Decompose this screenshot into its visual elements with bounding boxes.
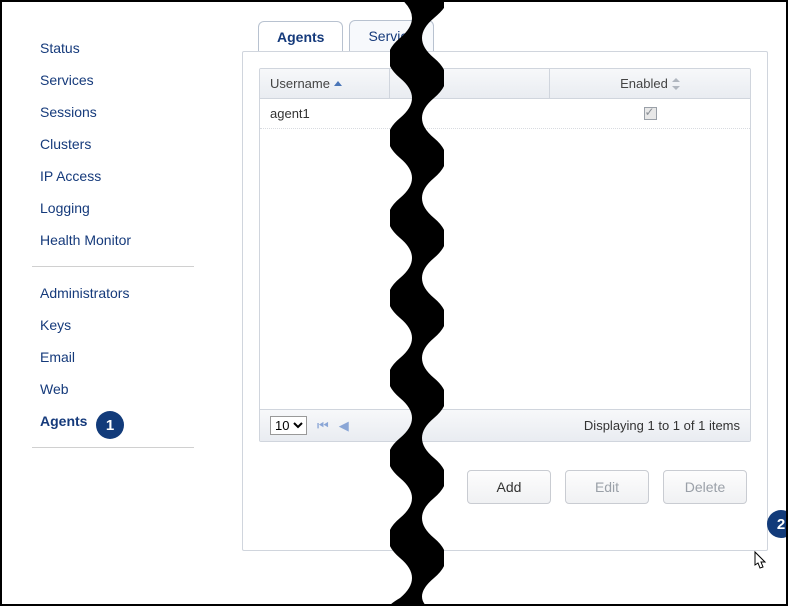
sidebar-item-label: Sessions — [40, 104, 97, 120]
sort-asc-icon — [334, 81, 342, 86]
sidebar-item-administrators[interactable]: Administrators — [2, 277, 224, 309]
sidebar-item-services[interactable]: Services — [2, 64, 224, 96]
table-body: agent1 — [260, 99, 750, 409]
button-label: Delete — [685, 479, 725, 495]
column-header-label: Enabled — [620, 76, 668, 91]
sidebar-item-status[interactable]: Status — [2, 32, 224, 64]
sidebar-item-sessions[interactable]: Sessions — [2, 96, 224, 128]
sidebar-item-label: Keys — [40, 317, 71, 333]
sidebar-item-clusters[interactable]: Clusters — [2, 128, 224, 160]
pager-prev-icon[interactable]: ◀ — [339, 418, 349, 434]
button-label: Add — [497, 479, 522, 495]
delete-button[interactable]: Delete — [663, 470, 747, 504]
app-frame: Status Services Sessions Clusters IP Acc… — [0, 0, 788, 606]
checkbox-enabled-icon — [644, 107, 657, 120]
cursor-pointer-icon — [749, 550, 771, 574]
sidebar-item-email[interactable]: Email — [2, 341, 224, 373]
main-area: Agents Service Username Enabled — [224, 2, 786, 604]
sidebar-item-label: Logging — [40, 200, 90, 216]
tab-label: Agents — [277, 29, 324, 45]
pager-left: 10 ⏮ ◀ — [270, 416, 349, 435]
column-header-enabled[interactable]: Enabled — [550, 69, 750, 98]
sidebar-divider — [32, 266, 194, 267]
sidebar: Status Services Sessions Clusters IP Acc… — [2, 2, 224, 604]
sidebar-item-label: Email — [40, 349, 75, 365]
cell-spacer — [390, 99, 550, 128]
button-label: Edit — [595, 479, 619, 495]
table-header-row: Username Enabled — [260, 69, 750, 99]
sidebar-item-label: Web — [40, 381, 69, 397]
callout-badge-2: 2 — [767, 510, 788, 538]
sidebar-item-logging[interactable]: Logging — [2, 192, 224, 224]
sidebar-item-label: Clusters — [40, 136, 91, 152]
agents-table: Username Enabled agent1 — [259, 68, 751, 442]
cell-enabled — [550, 99, 750, 128]
column-header-spacer — [390, 69, 550, 98]
sidebar-item-web[interactable]: Web — [2, 373, 224, 405]
sort-icon — [672, 78, 680, 90]
cell-username: agent1 — [260, 99, 390, 128]
pager-first-icon[interactable]: ⏮ — [317, 418, 329, 434]
column-header-username[interactable]: Username — [260, 69, 390, 98]
sidebar-item-label: Administrators — [40, 285, 129, 301]
sidebar-item-keys[interactable]: Keys — [2, 309, 224, 341]
button-bar: Add Edit Delete — [259, 442, 751, 514]
sidebar-item-ip-access[interactable]: IP Access — [2, 160, 224, 192]
content-panel: Username Enabled agent1 — [242, 51, 768, 551]
column-header-label: Username — [270, 76, 330, 91]
add-button[interactable]: Add — [467, 470, 551, 504]
tab-service[interactable]: Service — [349, 20, 434, 51]
sidebar-item-label: Agents — [40, 413, 87, 429]
sidebar-item-label: Services — [40, 72, 94, 88]
table-row[interactable]: agent1 — [260, 99, 750, 129]
edit-button[interactable]: Edit — [565, 470, 649, 504]
sidebar-item-label: Health Monitor — [40, 232, 131, 248]
pager-status: Displaying 1 to 1 of 1 items — [584, 418, 740, 433]
page-size-select[interactable]: 10 — [270, 416, 307, 435]
pager-bar: 10 ⏮ ◀ Displaying 1 to 1 of 1 items — [260, 409, 750, 441]
tab-agents[interactable]: Agents — [258, 21, 343, 52]
tab-label: Service — [368, 28, 415, 44]
sidebar-item-health-monitor[interactable]: Health Monitor — [2, 224, 224, 256]
sidebar-item-label: IP Access — [40, 168, 101, 184]
callout-badge-1: 1 — [96, 411, 124, 439]
tab-strip: Agents Service — [258, 20, 768, 51]
sidebar-item-label: Status — [40, 40, 80, 56]
sidebar-divider — [32, 447, 194, 448]
